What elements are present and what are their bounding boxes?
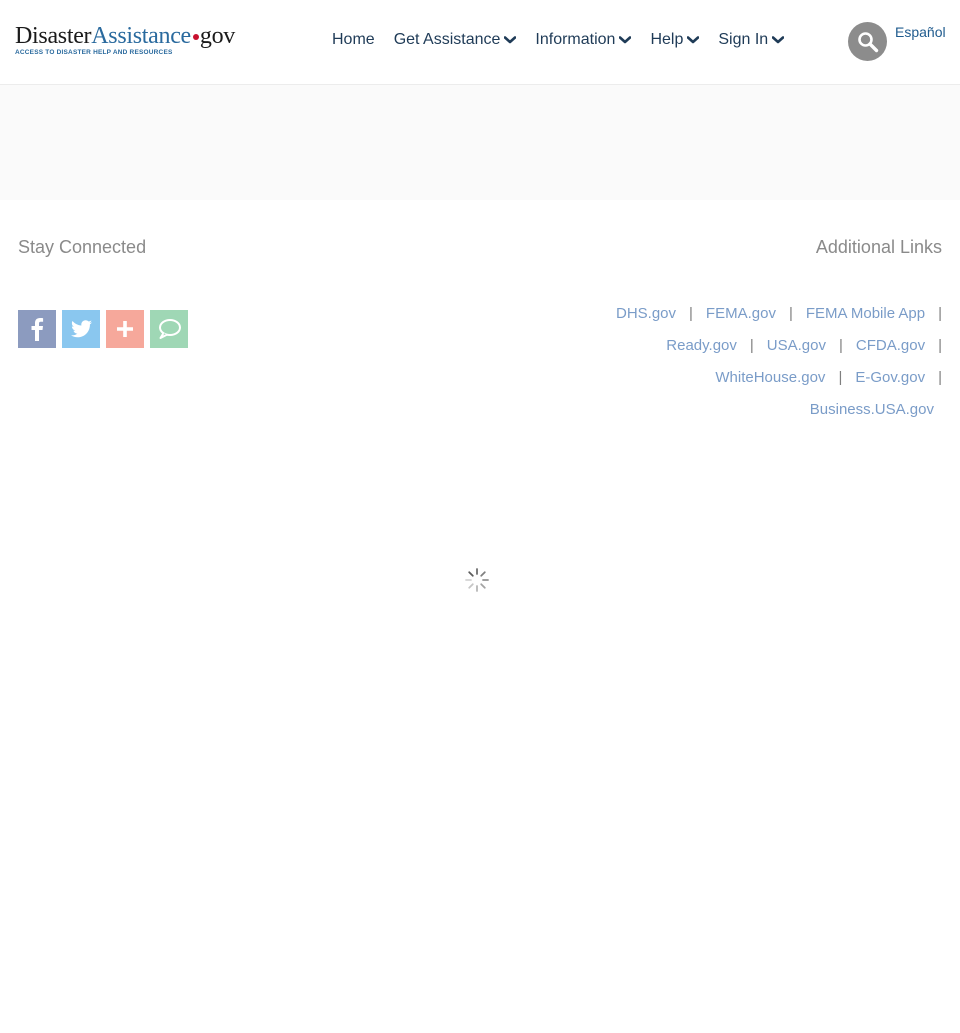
- nav-sign-in-label: Sign In: [718, 31, 769, 48]
- search-button[interactable]: [848, 22, 887, 61]
- link-ready[interactable]: Ready.gov: [666, 337, 737, 354]
- loading-spinner: [463, 566, 491, 594]
- logo-part-disaster: Disaster: [15, 23, 92, 49]
- logo-tagline: ACCESS TO DISASTER HELP AND RESOURCES: [15, 49, 173, 56]
- nav-help[interactable]: Help: [650, 31, 700, 49]
- link-business-usa[interactable]: Business.USA.gov: [810, 401, 934, 418]
- chevron-down-icon: [504, 36, 517, 44]
- share-plus-icon: [106, 310, 144, 348]
- link-separator: |: [689, 305, 693, 322]
- chat-button[interactable]: [150, 310, 188, 348]
- nav-information[interactable]: Information: [535, 31, 632, 49]
- site-header: DisasterAssistance gov ACCESS TO DISASTER…: [0, 0, 960, 85]
- link-fema-mobile-app[interactable]: FEMA Mobile App: [806, 305, 925, 322]
- link-separator: |: [838, 369, 843, 386]
- link-separator: |: [938, 337, 942, 354]
- logo-part-assistance: Assistance: [91, 23, 191, 49]
- site-logo[interactable]: DisasterAssistance gov ACCESS TO DISASTER…: [15, 24, 235, 56]
- social-links: [18, 310, 194, 348]
- chat-bubble-icon: [150, 310, 188, 348]
- nav-get-assistance-label: Get Assistance: [393, 31, 501, 48]
- link-cfda[interactable]: CFDA.gov: [856, 337, 925, 354]
- twitter-icon: [62, 310, 100, 348]
- nav-get-assistance[interactable]: Get Assistance: [394, 31, 517, 49]
- chevron-down-icon: [687, 36, 700, 44]
- twitter-button[interactable]: [62, 310, 100, 348]
- link-dhs[interactable]: DHS.gov: [616, 305, 676, 322]
- link-whitehouse[interactable]: WhiteHouse.gov: [715, 369, 825, 386]
- chevron-down-icon: [619, 36, 632, 44]
- facebook-button[interactable]: [18, 310, 56, 348]
- link-separator: |: [788, 305, 793, 322]
- nav-home-label: Home: [332, 31, 375, 48]
- language-link-espanol[interactable]: Español: [895, 24, 946, 40]
- loading-spinner-icon: [465, 568, 489, 592]
- additional-links-title: Additional Links: [815, 237, 942, 257]
- nav-sign-in[interactable]: Sign In: [718, 31, 785, 49]
- links-row: Business.USA.gov: [522, 394, 942, 426]
- hero-band: [0, 85, 960, 200]
- additional-links-section: Additional Links DHS.gov | FEMA.gov | FEMA M…: [522, 237, 942, 426]
- facebook-icon: [18, 310, 56, 348]
- link-fema[interactable]: FEMA.gov: [706, 305, 776, 322]
- logo-wordmark: DisasterAssistance gov: [15, 24, 235, 48]
- link-separator: |: [749, 337, 754, 354]
- link-separator: |: [938, 305, 942, 322]
- share-plus-button[interactable]: [106, 310, 144, 348]
- stay-connected-title: Stay Connected: [18, 237, 147, 257]
- search-icon: [858, 32, 879, 53]
- link-egov[interactable]: E-Gov.gov: [855, 369, 925, 386]
- link-usa[interactable]: USA.gov: [767, 337, 826, 354]
- links-row: Ready.gov | USA.gov | CFDA.gov |: [522, 330, 942, 362]
- nav-help-label: Help: [650, 31, 684, 48]
- logo-dot-icon: [192, 34, 199, 40]
- link-separator: |: [938, 369, 942, 386]
- link-separator: |: [839, 337, 843, 354]
- stay-connected-section: Stay Connected: [18, 237, 194, 348]
- chevron-down-icon: [772, 36, 785, 44]
- logo-part-gov: gov: [199, 23, 236, 49]
- additional-links-list: DHS.gov | FEMA.gov | FEMA Mobile App | Ready.…: [522, 298, 942, 426]
- links-row: WhiteHouse.gov | E-Gov.gov |: [522, 362, 942, 394]
- nav-information-label: Information: [535, 31, 616, 48]
- links-row: DHS.gov | FEMA.gov | FEMA Mobile App |: [522, 298, 942, 330]
- nav-home[interactable]: Home: [332, 31, 375, 49]
- main-nav: Home Get Assistance Information Help Sig…: [332, 31, 803, 49]
